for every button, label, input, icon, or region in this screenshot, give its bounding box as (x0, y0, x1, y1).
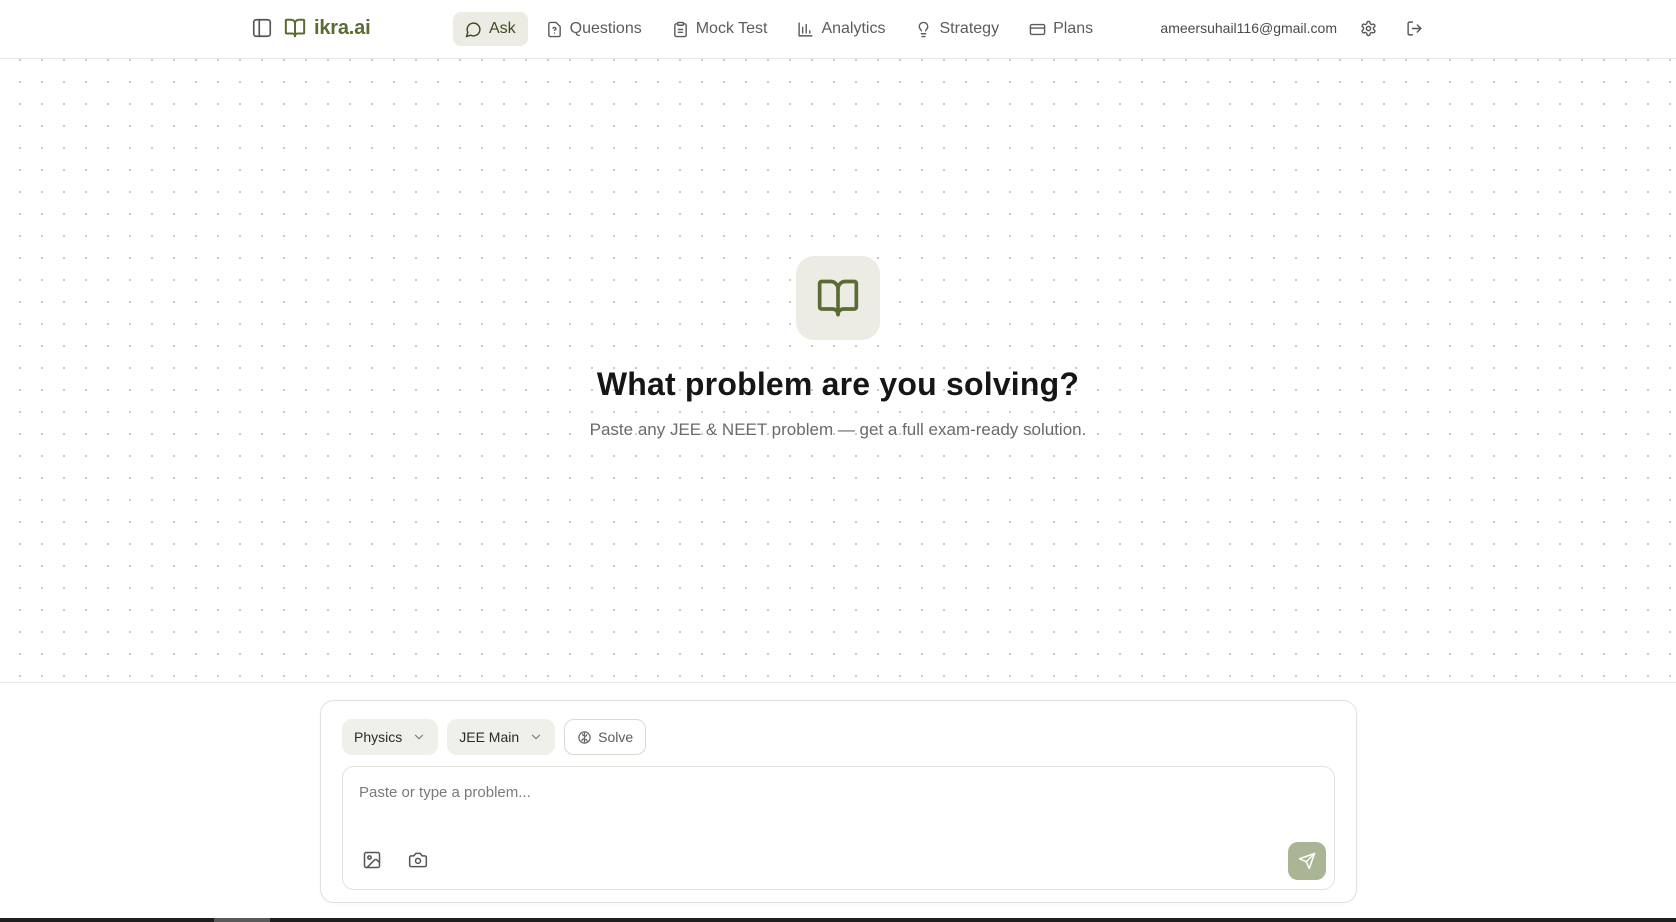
brain-icon (578, 730, 591, 744)
nav-item-label: Analytics (821, 20, 886, 37)
send-button[interactable] (1288, 842, 1326, 880)
page-subtitle: Paste any JEE & NEET problem — get a ful… (589, 420, 1087, 439)
subject-select[interactable]: Physics (342, 719, 439, 755)
main-nav: Ask Questions Mock Test Analytics Strate… (453, 12, 1105, 46)
nav-item-mock-test[interactable]: Mock Test (660, 12, 780, 46)
hero-icon-tile (796, 256, 880, 340)
chevron-down-icon (532, 734, 541, 740)
user-area: ameersuhail116@gmail.com (1160, 11, 1429, 45)
nav-item-ask[interactable]: Ask (453, 12, 528, 46)
bottom-edge-bar (0, 918, 1676, 922)
open-book-icon (817, 279, 859, 317)
lightbulb-icon (919, 21, 929, 37)
nav-item-plans[interactable]: Plans (1017, 12, 1105, 46)
attachment-actions (357, 845, 433, 875)
page-title: What problem are you solving? (596, 366, 1080, 402)
composer-options: Physics JEE Main Solve (342, 719, 647, 755)
main-canvas: What problem are you solving? Paste any … (0, 59, 1676, 683)
message-circle-icon (465, 21, 481, 37)
book-logo-icon (284, 18, 306, 38)
upload-image-button[interactable] (357, 845, 387, 875)
top-navigation-inner: ikra.ai Ask Questions Mock Test Analytic… (244, 8, 1429, 48)
nav-item-label: Mock Test (695, 20, 768, 37)
logout-button[interactable] (1399, 13, 1429, 43)
nav-item-label: Strategy (939, 20, 1000, 37)
file-question-icon (547, 21, 561, 37)
camera-button[interactable] (403, 845, 433, 875)
clipboard-icon (673, 21, 687, 37)
sidebar-toggle-button[interactable] (244, 10, 280, 46)
credit-card-icon (1029, 23, 1046, 35)
bar-chart-icon (798, 21, 814, 37)
sidebar-toggle-icon (252, 18, 272, 38)
problem-input-box (342, 766, 1335, 890)
gear-icon (1360, 20, 1376, 36)
exam-select-value: JEE Main (459, 729, 520, 745)
brand-name: ikra.ai (314, 16, 371, 39)
solve-mode-label: Solve (598, 729, 634, 745)
user-email: ameersuhail116@gmail.com (1160, 20, 1337, 36)
chevron-down-icon (415, 734, 424, 740)
nav-item-label: Questions (569, 20, 642, 37)
nav-item-label: Plans (1053, 20, 1094, 37)
logout-icon (1406, 20, 1422, 36)
bottom-edge-segment (214, 918, 270, 922)
nav-item-label: Ask (489, 20, 516, 37)
nav-item-strategy[interactable]: Strategy (903, 12, 1011, 46)
top-navigation-bar: ikra.ai Ask Questions Mock Test Analytic… (0, 0, 1676, 59)
subject-select-value: Physics (354, 729, 403, 745)
solve-mode-button[interactable]: Solve (564, 719, 647, 755)
exam-select[interactable]: JEE Main (447, 719, 556, 755)
problem-composer: Physics JEE Main Solve (320, 700, 1357, 903)
image-icon (363, 851, 381, 869)
nav-item-analytics[interactable]: Analytics (785, 12, 897, 46)
nav-item-questions[interactable]: Questions (534, 12, 654, 46)
settings-button[interactable] (1353, 13, 1383, 43)
brand-logo[interactable]: ikra.ai (284, 16, 371, 40)
camera-icon (408, 852, 428, 868)
send-icon (1298, 852, 1316, 870)
problem-input[interactable] (359, 779, 1259, 805)
